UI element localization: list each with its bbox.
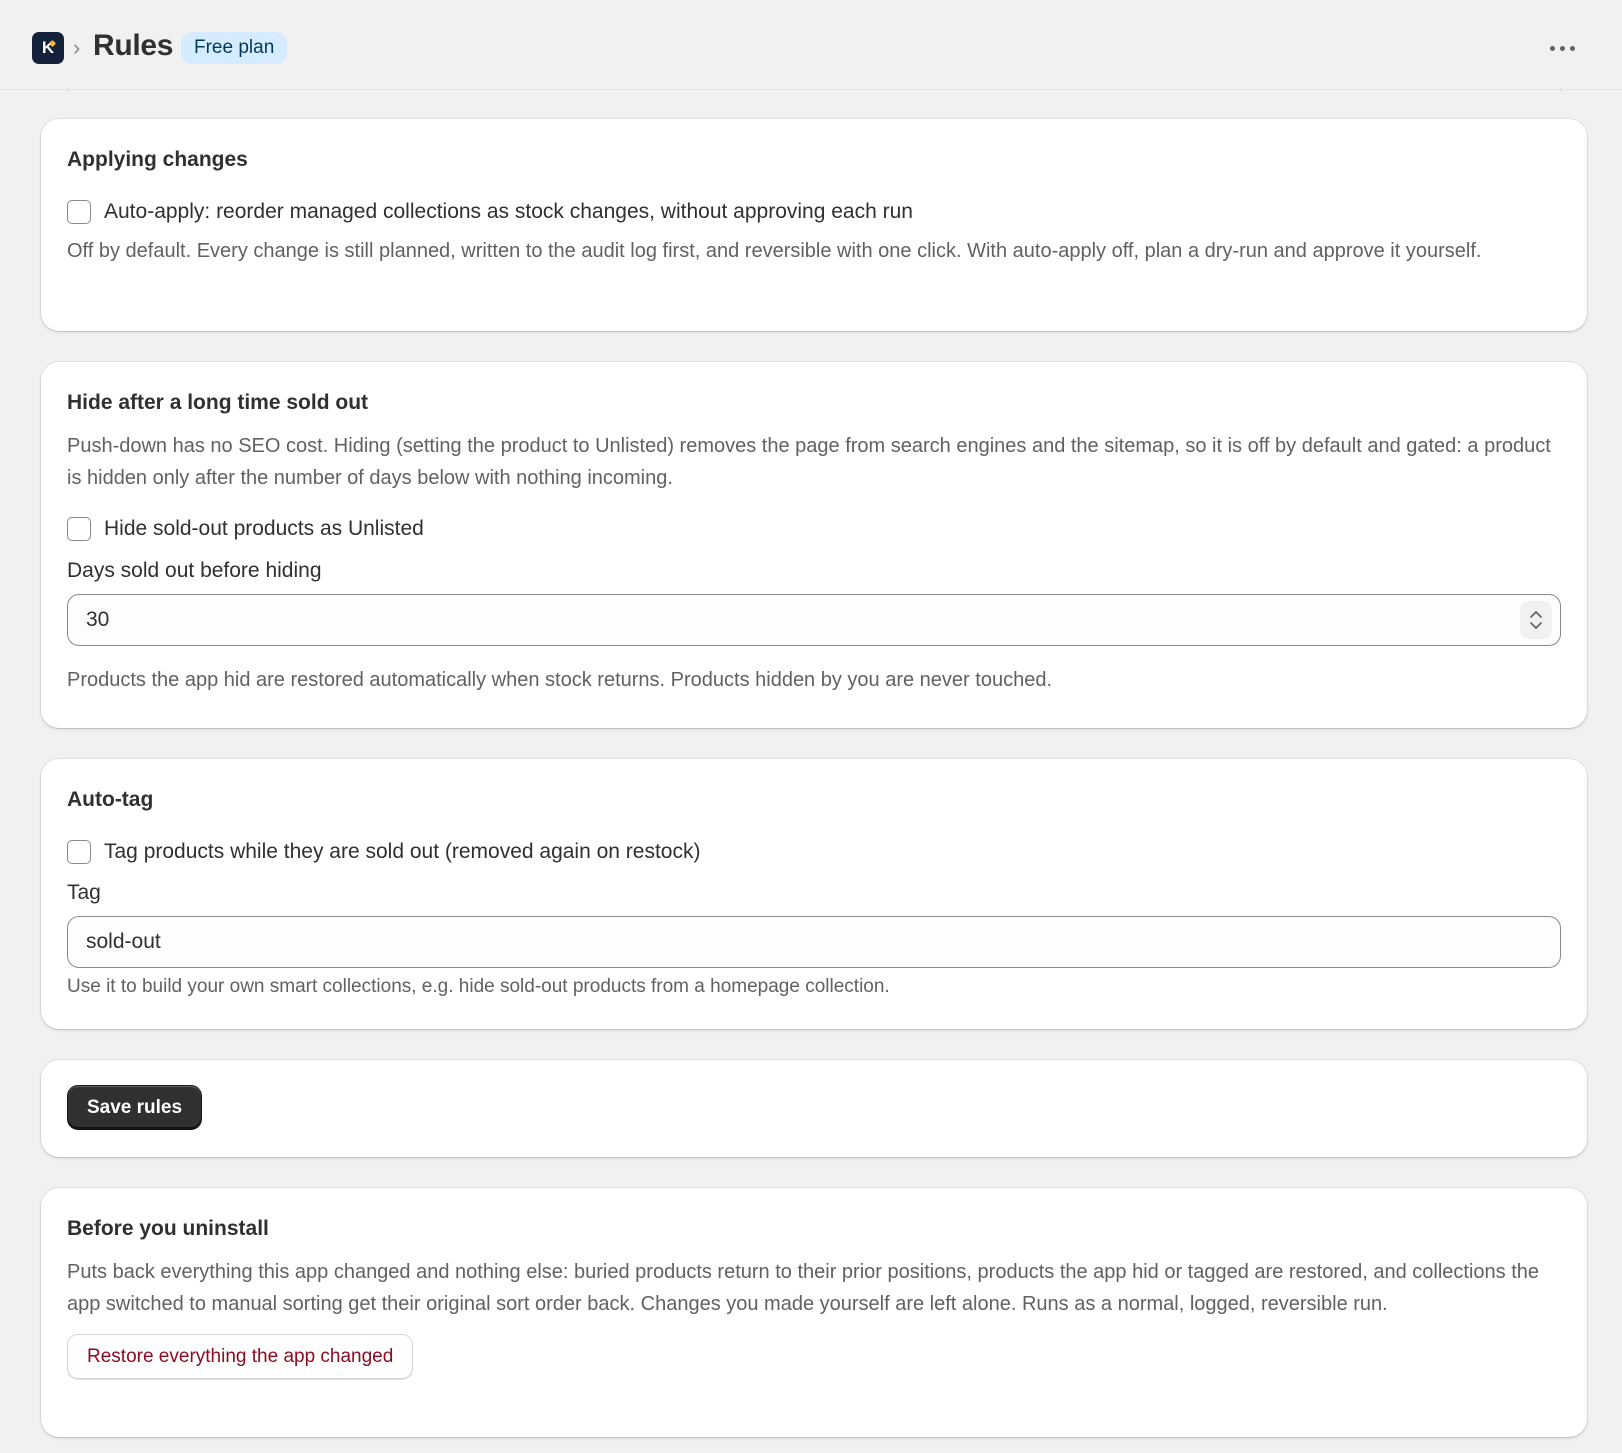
chevron-down-icon[interactable] [1528, 620, 1544, 632]
tag-input[interactable]: sold-out [67, 916, 1561, 968]
auto-tag-help-text: Use it to build your own smart collectio… [67, 976, 890, 997]
ellipsis-icon-dot [1559, 45, 1565, 51]
auto-apply-checkbox[interactable] [67, 200, 91, 224]
hide-unlisted-checkbox[interactable] [67, 517, 91, 541]
hide-unlisted-checkbox-row[interactable]: Hide sold-out products as Unlisted [67, 515, 1561, 543]
save-card: Save rules [41, 1060, 1587, 1157]
auto-apply-help-text: Off by default. Every change is still pl… [67, 240, 1482, 262]
ellipsis-icon [1549, 45, 1555, 51]
uninstall-description: Puts back everything this app changed an… [67, 1261, 1540, 1315]
auto-tag-checkbox[interactable] [67, 840, 91, 864]
tag-input-value: sold-out [86, 930, 161, 953]
auto-tag-title: Auto-tag [67, 788, 154, 811]
previous-card-edge [68, 88, 1561, 92]
chevron-up-icon[interactable] [1528, 608, 1544, 620]
auto-tag-checkbox-row[interactable]: Tag products while they are sold out (re… [67, 838, 1561, 866]
days-sold-out-value: 30 [86, 608, 110, 631]
auto-tag-label: Tag products while they are sold out (re… [104, 840, 701, 863]
hide-sold-out-card: Hide after a long time sold out Push-dow… [41, 362, 1587, 728]
uninstall-title: Before you uninstall [67, 1217, 269, 1240]
app-logo[interactable]: K [32, 32, 64, 64]
hide-sold-out-title: Hide after a long time sold out [67, 391, 369, 414]
plan-badge: Free plan [181, 32, 288, 64]
hide-sold-out-help-text: Products the app hid are restored automa… [67, 669, 1052, 691]
hide-unlisted-label: Hide sold-out products as Unlisted [104, 517, 424, 540]
auto-tag-card: Auto-tag Tag products while they are sol… [41, 759, 1587, 1029]
restore-everything-button[interactable]: Restore everything the app changed [67, 1334, 414, 1379]
hide-sold-out-description: Push-down has no SEO cost. Hiding (setti… [67, 435, 1551, 489]
applying-changes-title: Applying changes [67, 148, 248, 171]
tag-field-label: Tag [67, 881, 101, 904]
page-title: Rules [93, 29, 174, 62]
applying-changes-card: Applying changes Auto-apply: reorder man… [41, 119, 1587, 331]
page-header: K › Rules Free plan [0, 0, 1622, 90]
save-rules-button[interactable]: Save rules [67, 1085, 203, 1130]
days-sold-out-input[interactable]: 30 [67, 594, 1561, 646]
uninstall-card: Before you uninstall Puts back everythin… [41, 1188, 1587, 1437]
breadcrumb-chevron-icon: › [73, 35, 81, 60]
auto-apply-checkbox-row[interactable]: Auto-apply: reorder managed collections … [67, 198, 1561, 226]
ellipsis-icon-dot [1569, 45, 1575, 51]
more-actions-button[interactable] [1542, 32, 1582, 64]
auto-apply-label: Auto-apply: reorder managed collections … [104, 200, 913, 223]
days-stepper[interactable] [1520, 601, 1552, 639]
days-sold-out-label: Days sold out before hiding [67, 559, 322, 582]
